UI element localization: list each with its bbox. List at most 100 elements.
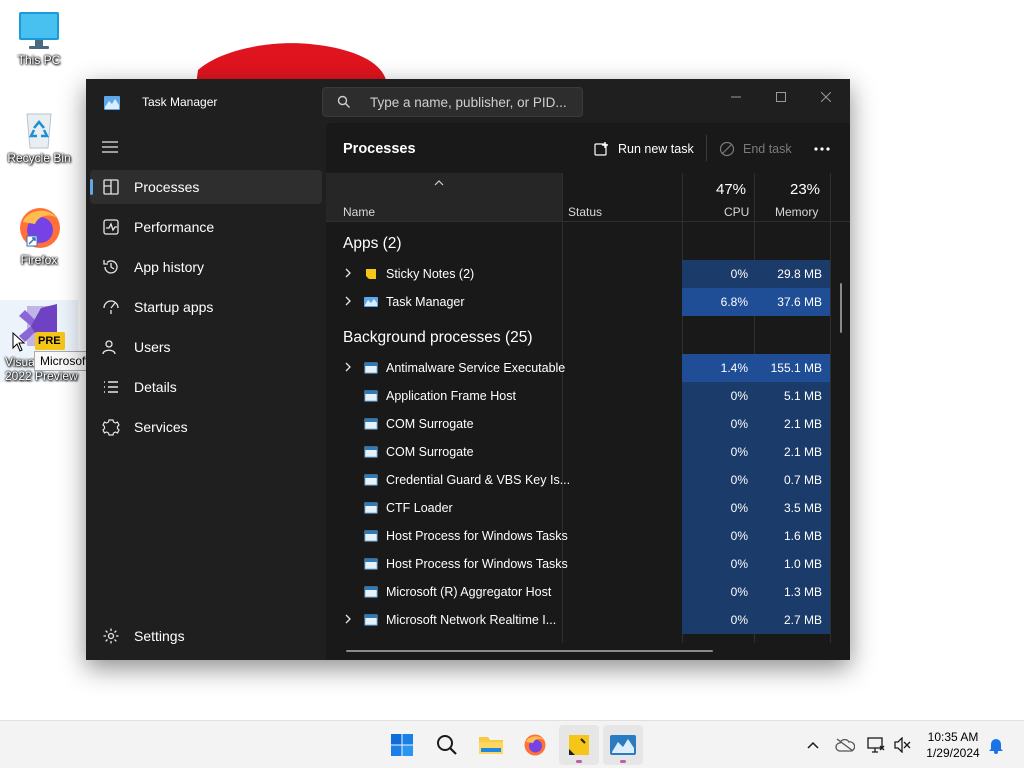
process-window-icon <box>364 446 378 458</box>
memory-value: 2.1 MB <box>754 410 830 438</box>
run-new-task-button[interactable]: Run new task <box>594 137 694 161</box>
network-status[interactable] <box>866 735 886 755</box>
run-task-icon <box>594 142 608 156</box>
window-title: Task Manager <box>142 95 218 109</box>
table-row[interactable]: COM Surrogate 0% 2.1 MB <box>326 410 832 438</box>
desktop-icon-recycle-bin[interactable]: Recycle Bin <box>4 106 74 165</box>
firefox-icon <box>20 208 60 248</box>
process-name: Application Frame Host <box>386 389 516 403</box>
end-task-button[interactable]: End task <box>719 137 792 161</box>
sidebar: Processes Performance App history Startu… <box>86 123 324 660</box>
process-window-icon <box>364 586 378 598</box>
sidebar-item-label: Settings <box>134 628 185 644</box>
sidebar-item-app-history[interactable]: App history <box>90 250 322 284</box>
table-row[interactable]: Host Process for Windows Tasks 0% 1.6 MB <box>326 522 832 550</box>
cpu-value: 1.4% <box>682 354 754 382</box>
recycle-bin-icon <box>26 113 52 149</box>
run-new-task-label: Run new task <box>618 142 694 156</box>
sidebar-item-details[interactable]: Details <box>90 370 322 404</box>
memory-value: 0.7 MB <box>754 466 830 494</box>
group-header-apps: Apps (2) <box>343 235 402 252</box>
sidebar-item-startup-apps[interactable]: Startup apps <box>90 290 322 324</box>
desktop-icon-firefox[interactable]: Firefox <box>4 204 74 267</box>
toolbar-divider <box>706 135 707 161</box>
cpu-value: 0% <box>682 438 754 466</box>
memory-value: 37.6 MB <box>754 288 830 316</box>
services-icon <box>102 419 120 436</box>
sidebar-item-label: Processes <box>134 179 200 195</box>
cpu-value: 0% <box>682 550 754 578</box>
sidebar-item-settings[interactable]: Settings <box>90 619 322 653</box>
file-explorer-button[interactable] <box>471 725 511 765</box>
search-icon <box>337 95 350 108</box>
sidebar-item-performance[interactable]: Performance <box>90 210 322 244</box>
sticky-notes-taskbar-button[interactable] <box>559 725 599 765</box>
sidebar-item-users[interactable]: Users <box>90 330 322 364</box>
cpu-value: 6.8% <box>682 288 754 316</box>
preview-badge: PRE <box>38 335 61 347</box>
sidebar-item-label: Services <box>134 419 188 435</box>
task-manager-taskbar-button[interactable] <box>603 725 643 765</box>
more-options-button[interactable] <box>814 137 830 161</box>
desktop-icon-this-pc[interactable]: This PC <box>4 8 74 67</box>
memory-value: 2.7 MB <box>754 606 830 634</box>
search-box[interactable]: Type a name, publisher, or PID... <box>322 87 583 117</box>
name-column-label[interactable]: Name <box>343 205 375 219</box>
onedrive-status[interactable] <box>835 735 855 755</box>
sidebar-item-processes[interactable]: Processes <box>90 170 322 204</box>
table-row[interactable]: Host Process for Windows Tasks 0% 1.0 MB <box>326 550 832 578</box>
title-bar[interactable]: Task Manager Type a name, publisher, or … <box>86 79 850 123</box>
vertical-scrollbar[interactable] <box>840 283 842 333</box>
show-hidden-icons-button[interactable] <box>803 735 823 755</box>
hamburger-menu-icon[interactable] <box>102 141 118 153</box>
table-row[interactable]: Antimalware Service Executable 1.4% 155.… <box>326 354 832 382</box>
firefox-icon <box>524 734 546 756</box>
search-placeholder: Type a name, publisher, or PID... <box>370 95 567 110</box>
cpu-value: 0% <box>682 410 754 438</box>
process-name: CTF Loader <box>386 501 453 515</box>
horizontal-scrollbar[interactable] <box>346 650 713 652</box>
status-column-label[interactable]: Status <box>568 205 602 219</box>
history-icon <box>103 260 118 274</box>
clock[interactable]: 10:35 AM 1/29/2024 <box>912 729 994 761</box>
cpu-column-label[interactable]: CPU <box>724 205 749 219</box>
details-icon <box>104 381 118 393</box>
table-row[interactable]: Microsoft (R) Aggregator Host 0% 1.3 MB <box>326 578 832 606</box>
memory-column-label[interactable]: Memory <box>775 205 818 219</box>
table-row[interactable]: Microsoft Network Realtime I... 0% 2.7 M… <box>326 606 832 634</box>
sticky-notes-icon <box>569 735 589 755</box>
search-button[interactable] <box>427 725 467 765</box>
table-row[interactable]: Application Frame Host 0% 5.1 MB <box>326 382 832 410</box>
chevron-right-icon[interactable] <box>344 268 352 278</box>
taskbar: 10:35 AM 1/29/2024 <box>0 720 1024 768</box>
cpu-value: 0% <box>682 260 754 288</box>
table-row[interactable]: Sticky Notes (2) 0% 29.8 MB <box>326 260 832 288</box>
table-row[interactable]: CTF Loader 0% 3.5 MB <box>326 494 832 522</box>
notifications-button[interactable] <box>986 735 1006 755</box>
process-window-icon <box>364 362 378 374</box>
sticky-notes-icon <box>366 269 376 279</box>
settings-gear-icon <box>103 628 119 644</box>
sidebar-item-services[interactable]: Services <box>90 410 322 444</box>
group-header-background: Background processes (25) <box>343 329 533 346</box>
volume-status[interactable] <box>892 735 912 755</box>
end-task-label: End task <box>743 142 792 156</box>
table-row[interactable]: Credential Guard & VBS Key Is... 0% 0.7 … <box>326 466 832 494</box>
table-row[interactable]: COM Surrogate 0% 2.1 MB <box>326 438 832 466</box>
maximize-button[interactable] <box>759 83 803 111</box>
minimize-button[interactable] <box>714 83 758 111</box>
cpu-total-percent: 47% <box>716 181 747 198</box>
start-button[interactable] <box>382 725 422 765</box>
table-row[interactable]: Task Manager 6.8% 37.6 MB <box>326 288 832 316</box>
chevron-right-icon[interactable] <box>344 614 352 624</box>
close-button[interactable] <box>804 83 848 111</box>
memory-value: 155.1 MB <box>754 354 830 382</box>
windows-start-icon <box>391 734 413 756</box>
firefox-taskbar-button[interactable] <box>515 725 555 765</box>
process-name: COM Surrogate <box>386 445 474 459</box>
chevron-right-icon[interactable] <box>344 362 352 372</box>
process-window-icon <box>364 558 378 570</box>
chevron-right-icon[interactable] <box>344 296 352 306</box>
process-name: COM Surrogate <box>386 417 474 431</box>
chevron-up-icon <box>807 741 819 749</box>
